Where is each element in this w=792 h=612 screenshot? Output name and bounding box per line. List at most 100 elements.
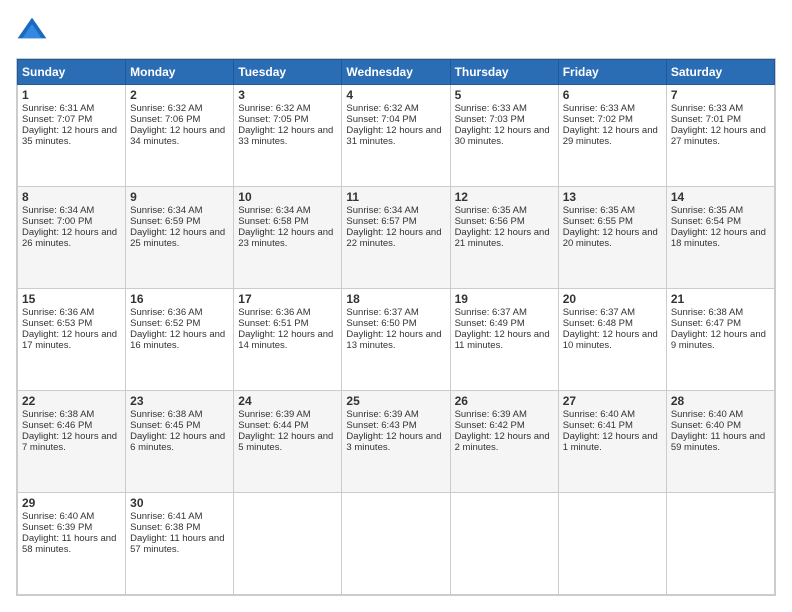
sunset-label: Sunset: 6:39 PM: [22, 522, 92, 533]
sunset-label: Sunset: 6:54 PM: [671, 216, 741, 227]
daylight-label: Daylight: 12 hours and 26 minutes.: [22, 227, 117, 249]
sunset-label: Sunset: 6:45 PM: [130, 420, 200, 431]
calendar-cell: 28Sunrise: 6:40 AMSunset: 6:40 PMDayligh…: [666, 391, 774, 493]
daylight-label: Daylight: 12 hours and 3 minutes.: [346, 431, 441, 453]
calendar-cell: 2Sunrise: 6:32 AMSunset: 7:06 PMDaylight…: [126, 85, 234, 187]
calendar-cell: 5Sunrise: 6:33 AMSunset: 7:03 PMDaylight…: [450, 85, 558, 187]
sunrise-label: Sunrise: 6:38 AM: [130, 409, 202, 420]
sunset-label: Sunset: 6:55 PM: [563, 216, 633, 227]
daylight-label: Daylight: 12 hours and 34 minutes.: [130, 125, 225, 147]
calendar-cell: 20Sunrise: 6:37 AMSunset: 6:48 PMDayligh…: [558, 289, 666, 391]
sunrise-label: Sunrise: 6:36 AM: [130, 307, 202, 318]
sunset-label: Sunset: 7:06 PM: [130, 114, 200, 125]
day-number: 16: [130, 292, 229, 306]
daylight-label: Daylight: 12 hours and 17 minutes.: [22, 329, 117, 351]
day-number: 27: [563, 394, 662, 408]
sunrise-label: Sunrise: 6:37 AM: [563, 307, 635, 318]
sunset-label: Sunset: 6:56 PM: [455, 216, 525, 227]
sunset-label: Sunset: 6:57 PM: [346, 216, 416, 227]
daylight-label: Daylight: 12 hours and 20 minutes.: [563, 227, 658, 249]
calendar-cell: 17Sunrise: 6:36 AMSunset: 6:51 PMDayligh…: [234, 289, 342, 391]
daylight-label: Daylight: 12 hours and 14 minutes.: [238, 329, 333, 351]
day-number: 26: [455, 394, 554, 408]
sunrise-label: Sunrise: 6:40 AM: [563, 409, 635, 420]
daylight-label: Daylight: 12 hours and 25 minutes.: [130, 227, 225, 249]
sunrise-label: Sunrise: 6:32 AM: [346, 103, 418, 114]
day-number: 12: [455, 190, 554, 204]
day-number: 14: [671, 190, 770, 204]
calendar-cell: 11Sunrise: 6:34 AMSunset: 6:57 PMDayligh…: [342, 187, 450, 289]
calendar-cell: 30Sunrise: 6:41 AMSunset: 6:38 PMDayligh…: [126, 493, 234, 595]
daylight-label: Daylight: 12 hours and 30 minutes.: [455, 125, 550, 147]
day-number: 8: [22, 190, 121, 204]
day-number: 29: [22, 496, 121, 510]
daylight-label: Daylight: 12 hours and 7 minutes.: [22, 431, 117, 453]
day-number: 7: [671, 88, 770, 102]
calendar-cell: 9Sunrise: 6:34 AMSunset: 6:59 PMDaylight…: [126, 187, 234, 289]
sunrise-label: Sunrise: 6:32 AM: [130, 103, 202, 114]
day-header-thursday: Thursday: [450, 60, 558, 85]
daylight-label: Daylight: 12 hours and 18 minutes.: [671, 227, 766, 249]
sunset-label: Sunset: 6:46 PM: [22, 420, 92, 431]
sunset-label: Sunset: 6:48 PM: [563, 318, 633, 329]
daylight-label: Daylight: 12 hours and 9 minutes.: [671, 329, 766, 351]
day-number: 6: [563, 88, 662, 102]
calendar-cell: 16Sunrise: 6:36 AMSunset: 6:52 PMDayligh…: [126, 289, 234, 391]
sunrise-label: Sunrise: 6:37 AM: [346, 307, 418, 318]
calendar-week-row: 29Sunrise: 6:40 AMSunset: 6:39 PMDayligh…: [18, 493, 775, 595]
calendar-cell: 12Sunrise: 6:35 AMSunset: 6:56 PMDayligh…: [450, 187, 558, 289]
calendar-cell: 8Sunrise: 6:34 AMSunset: 7:00 PMDaylight…: [18, 187, 126, 289]
day-number: 28: [671, 394, 770, 408]
calendar-cell: 23Sunrise: 6:38 AMSunset: 6:45 PMDayligh…: [126, 391, 234, 493]
calendar-cell: 27Sunrise: 6:40 AMSunset: 6:41 PMDayligh…: [558, 391, 666, 493]
sunrise-label: Sunrise: 6:38 AM: [22, 409, 94, 420]
daylight-label: Daylight: 12 hours and 16 minutes.: [130, 329, 225, 351]
sunrise-label: Sunrise: 6:35 AM: [455, 205, 527, 216]
sunrise-label: Sunrise: 6:32 AM: [238, 103, 310, 114]
day-number: 21: [671, 292, 770, 306]
sunset-label: Sunset: 6:49 PM: [455, 318, 525, 329]
daylight-label: Daylight: 12 hours and 27 minutes.: [671, 125, 766, 147]
daylight-label: Daylight: 12 hours and 29 minutes.: [563, 125, 658, 147]
sunset-label: Sunset: 6:41 PM: [563, 420, 633, 431]
calendar-cell: [558, 493, 666, 595]
day-header-wednesday: Wednesday: [342, 60, 450, 85]
day-number: 30: [130, 496, 229, 510]
daylight-label: Daylight: 12 hours and 33 minutes.: [238, 125, 333, 147]
calendar-week-row: 15Sunrise: 6:36 AMSunset: 6:53 PMDayligh…: [18, 289, 775, 391]
calendar-cell: 29Sunrise: 6:40 AMSunset: 6:39 PMDayligh…: [18, 493, 126, 595]
sunrise-label: Sunrise: 6:34 AM: [238, 205, 310, 216]
logo-icon: [16, 16, 48, 48]
day-number: 4: [346, 88, 445, 102]
sunrise-label: Sunrise: 6:37 AM: [455, 307, 527, 318]
sunrise-label: Sunrise: 6:40 AM: [22, 511, 94, 522]
daylight-label: Daylight: 12 hours and 2 minutes.: [455, 431, 550, 453]
sunset-label: Sunset: 7:04 PM: [346, 114, 416, 125]
day-number: 13: [563, 190, 662, 204]
day-number: 10: [238, 190, 337, 204]
sunset-label: Sunset: 6:38 PM: [130, 522, 200, 533]
daylight-label: Daylight: 12 hours and 13 minutes.: [346, 329, 441, 351]
sunrise-label: Sunrise: 6:35 AM: [563, 205, 635, 216]
sunrise-label: Sunrise: 6:33 AM: [563, 103, 635, 114]
daylight-label: Daylight: 12 hours and 35 minutes.: [22, 125, 117, 147]
day-number: 9: [130, 190, 229, 204]
sunrise-label: Sunrise: 6:33 AM: [455, 103, 527, 114]
sunset-label: Sunset: 6:50 PM: [346, 318, 416, 329]
sunset-label: Sunset: 7:07 PM: [22, 114, 92, 125]
sunset-label: Sunset: 7:00 PM: [22, 216, 92, 227]
sunrise-label: Sunrise: 6:36 AM: [238, 307, 310, 318]
calendar-week-row: 1Sunrise: 6:31 AMSunset: 7:07 PMDaylight…: [18, 85, 775, 187]
calendar-cell: 6Sunrise: 6:33 AMSunset: 7:02 PMDaylight…: [558, 85, 666, 187]
calendar-cell: 13Sunrise: 6:35 AMSunset: 6:55 PMDayligh…: [558, 187, 666, 289]
header: [16, 16, 776, 48]
sunset-label: Sunset: 6:51 PM: [238, 318, 308, 329]
sunset-label: Sunset: 6:47 PM: [671, 318, 741, 329]
sunrise-label: Sunrise: 6:41 AM: [130, 511, 202, 522]
daylight-label: Daylight: 12 hours and 6 minutes.: [130, 431, 225, 453]
day-header-monday: Monday: [126, 60, 234, 85]
calendar-cell: 25Sunrise: 6:39 AMSunset: 6:43 PMDayligh…: [342, 391, 450, 493]
calendar-cell: 10Sunrise: 6:34 AMSunset: 6:58 PMDayligh…: [234, 187, 342, 289]
day-number: 17: [238, 292, 337, 306]
day-number: 22: [22, 394, 121, 408]
